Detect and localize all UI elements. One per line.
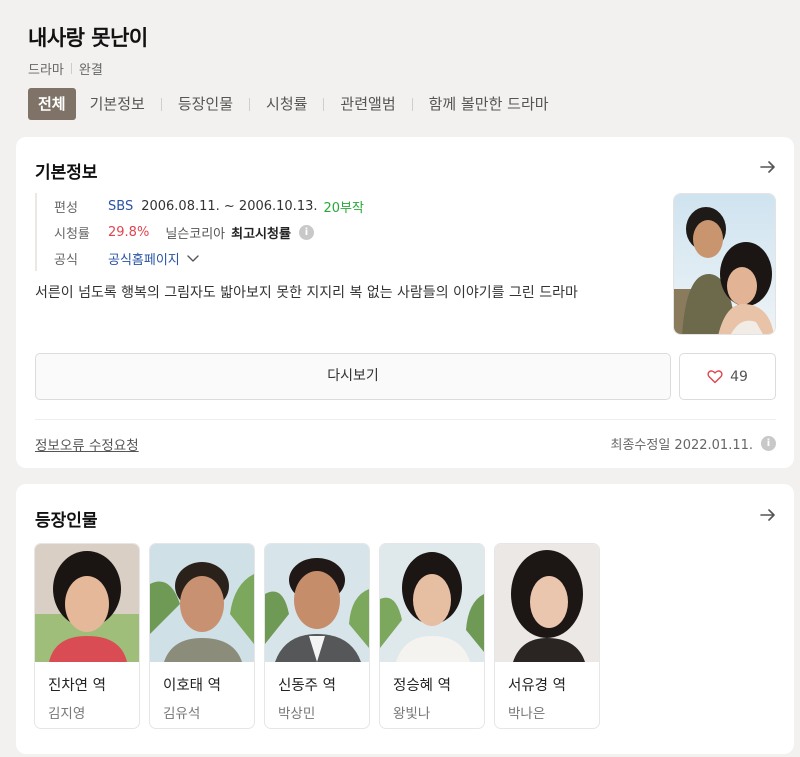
last-updated-text: 최종수정일 2022.01.11. <box>610 438 754 453</box>
cast-role: 이호태 역 <box>163 678 221 694</box>
info-icon[interactable]: i <box>298 224 314 240</box>
drama-poster[interactable] <box>673 193 776 335</box>
status-label: 완결 <box>78 63 103 78</box>
basic-info-card: 기본정보 편성 SBS 2006.08.11. ~ 2006.10.13. 20… <box>16 137 794 468</box>
cast-card: 등장인물 진차연 역 김지영 이호태 역 김유석 신동주 역 박상민 정승혜 역… <box>16 484 794 754</box>
tab-similar-dramas[interactable]: 함께 볼만한 드라마 <box>423 88 555 120</box>
cast-actor: 박나은 <box>508 706 546 722</box>
broadcast-period: 2006.08.11. ~ 2006.10.13. <box>141 198 318 214</box>
tab-ratings[interactable]: 시청률 <box>260 88 313 120</box>
last-updated: 최종수정일 2022.01.11. i <box>610 434 776 453</box>
heart-icon <box>707 370 723 384</box>
rating-label: 시청률 <box>54 226 90 242</box>
cast-member[interactable]: 진차연 역 김지영 <box>34 543 140 729</box>
like-button[interactable]: 49 <box>679 353 776 400</box>
card-divider <box>35 419 776 420</box>
drama-description: 서른이 넘도록 행복의 그림자도 밟아보지 못한 지지리 복 없는 사람들의 이… <box>35 285 578 301</box>
episode-count: 20부작 <box>323 200 364 216</box>
like-count: 49 <box>730 368 748 385</box>
official-label: 공식 <box>54 252 78 268</box>
info-row-broadcast: 편성 SBS 2006.08.11. ~ 2006.10.13. 20부작 <box>54 193 655 219</box>
cast-member[interactable]: 이호태 역 김유석 <box>149 543 255 729</box>
cast-actor: 김지영 <box>48 706 86 722</box>
cast-photo <box>495 544 599 662</box>
cast-role: 서유경 역 <box>508 678 566 694</box>
page-title: 내사랑 못난이 <box>28 26 148 50</box>
info-icon[interactable]: i <box>761 436 776 451</box>
arrow-right-icon[interactable] <box>758 157 778 177</box>
basic-info-heading[interactable]: 기본정보 <box>35 158 98 183</box>
cast-photo <box>380 544 484 662</box>
rating-desc: 최고시청률 <box>231 226 291 242</box>
drama-meta: 드라마 완결 <box>28 59 103 78</box>
tab-all[interactable]: 전체 <box>28 88 76 120</box>
cast-actor: 왕빛나 <box>393 706 431 722</box>
tab-divider <box>411 97 413 111</box>
tab-divider <box>249 97 251 111</box>
cast-role: 신동주 역 <box>278 678 336 694</box>
arrow-right-icon[interactable] <box>758 505 778 525</box>
meta-divider <box>70 63 72 74</box>
cast-list: 진차연 역 김지영 이호태 역 김유석 신동주 역 박상민 정승혜 역 왕빛나 … <box>34 543 609 729</box>
report-error-link[interactable]: 정보오류 수정요청 <box>35 434 139 454</box>
tab-characters[interactable]: 등장인물 <box>172 88 239 120</box>
official-homepage-link[interactable]: 공식홈페이지 <box>108 249 180 268</box>
channel-link[interactable]: SBS <box>108 199 133 214</box>
cast-member[interactable]: 신동주 역 박상민 <box>264 543 370 729</box>
chevron-down-icon[interactable] <box>186 251 200 265</box>
info-row-official: 공식 공식홈페이지 <box>54 245 655 271</box>
tab-albums[interactable]: 관련앨범 <box>334 88 401 120</box>
cast-member[interactable]: 서유경 역 박나은 <box>494 543 600 729</box>
info-row-rating: 시청률 29.8% 닐슨코리아 최고시청률 i <box>54 219 655 245</box>
cast-member[interactable]: 정승혜 역 왕빛나 <box>379 543 485 729</box>
drama-header: 내사랑 못난이 드라마 완결 전체 기본정보 등장인물 시청률 관련앨범 함께 … <box>0 0 800 125</box>
rating-value: 29.8% <box>108 224 150 240</box>
rating-source: 닐슨코리아 <box>165 226 226 242</box>
cast-heading[interactable]: 등장인물 <box>35 506 98 531</box>
cast-role: 진차연 역 <box>48 678 106 694</box>
tab-basic-info[interactable]: 기본정보 <box>84 88 151 120</box>
tab-divider <box>323 97 325 111</box>
cast-actor: 박상민 <box>278 706 316 722</box>
cast-photo <box>265 544 369 662</box>
genre-label: 드라마 <box>28 63 64 78</box>
rewatch-button[interactable]: 다시보기 <box>35 353 671 400</box>
broadcast-label: 편성 <box>54 200 78 216</box>
cast-role: 정승혜 역 <box>393 678 451 694</box>
cast-photo <box>150 544 254 662</box>
tab-bar: 전체 기본정보 등장인물 시청률 관련앨범 함께 볼만한 드라마 <box>28 88 555 120</box>
tab-divider <box>160 97 162 111</box>
cast-photo <box>35 544 139 662</box>
cast-actor: 김유석 <box>163 706 201 722</box>
info-list: 편성 SBS 2006.08.11. ~ 2006.10.13. 20부작 시청… <box>35 193 655 271</box>
